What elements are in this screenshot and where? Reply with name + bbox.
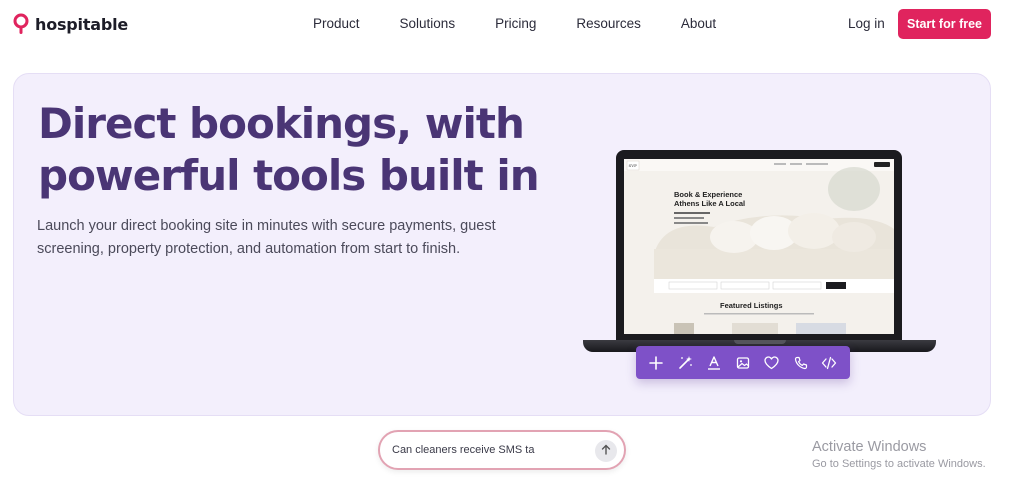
text-icon[interactable] — [706, 355, 722, 371]
nav-link-pricing[interactable]: Pricing — [495, 16, 536, 31]
start-for-free-button[interactable]: Start for free — [898, 9, 991, 39]
laptop-mockup: SVP Book & Experience Athens Like A Loca… — [616, 150, 902, 342]
phone-icon[interactable] — [793, 355, 809, 371]
nav-link-about[interactable]: About — [681, 16, 716, 31]
activate-windows-title: Activate Windows — [812, 439, 927, 455]
heart-icon[interactable] — [764, 355, 780, 371]
nav-links: Product Solutions Pricing Resources Abou… — [313, 16, 756, 31]
magic-wand-icon[interactable] — [677, 355, 693, 371]
top-navigation: hospitable Product Solutions Pricing Res… — [0, 0, 1024, 48]
nav-link-solutions[interactable]: Solutions — [400, 16, 456, 31]
svg-text:Book & Experience: Book & Experience — [674, 190, 742, 199]
hero-subtitle: Launch your direct booking site in minut… — [37, 218, 496, 257]
preview-logo: SVP — [629, 163, 638, 168]
plus-icon[interactable] — [648, 355, 664, 371]
preview-section-title: Featured Listings — [720, 301, 783, 310]
laptop-notch — [734, 340, 786, 344]
arrow-up-icon — [601, 442, 611, 460]
nav-link-product[interactable]: Product — [313, 16, 360, 31]
send-button[interactable] — [595, 440, 617, 462]
login-link[interactable]: Log in — [848, 16, 885, 31]
activate-windows-subtitle: Go to Settings to activate Windows. — [812, 458, 986, 470]
editor-toolbar — [636, 346, 850, 379]
image-icon[interactable] — [735, 355, 751, 371]
ai-chat-input[interactable]: Can cleaners receive SMS ta — [378, 430, 626, 470]
hero-title: Direct bookings, with powerful tools bui… — [38, 99, 540, 200]
preview-illustration: SVP Book & Experience Athens Like A Loca… — [624, 159, 894, 334]
brand-name: hospitable — [35, 14, 129, 34]
chat-input-value[interactable]: Can cleaners receive SMS ta — [392, 444, 534, 456]
nav-link-resources[interactable]: Resources — [576, 16, 641, 31]
booking-site-preview: SVP Book & Experience Athens Like A Loca… — [624, 159, 894, 334]
brand-logo[interactable]: hospitable — [13, 13, 128, 35]
svg-text:Athens Like A Local: Athens Like A Local — [674, 199, 745, 208]
code-icon[interactable] — [821, 355, 837, 371]
hospitable-logo-icon — [13, 13, 29, 35]
